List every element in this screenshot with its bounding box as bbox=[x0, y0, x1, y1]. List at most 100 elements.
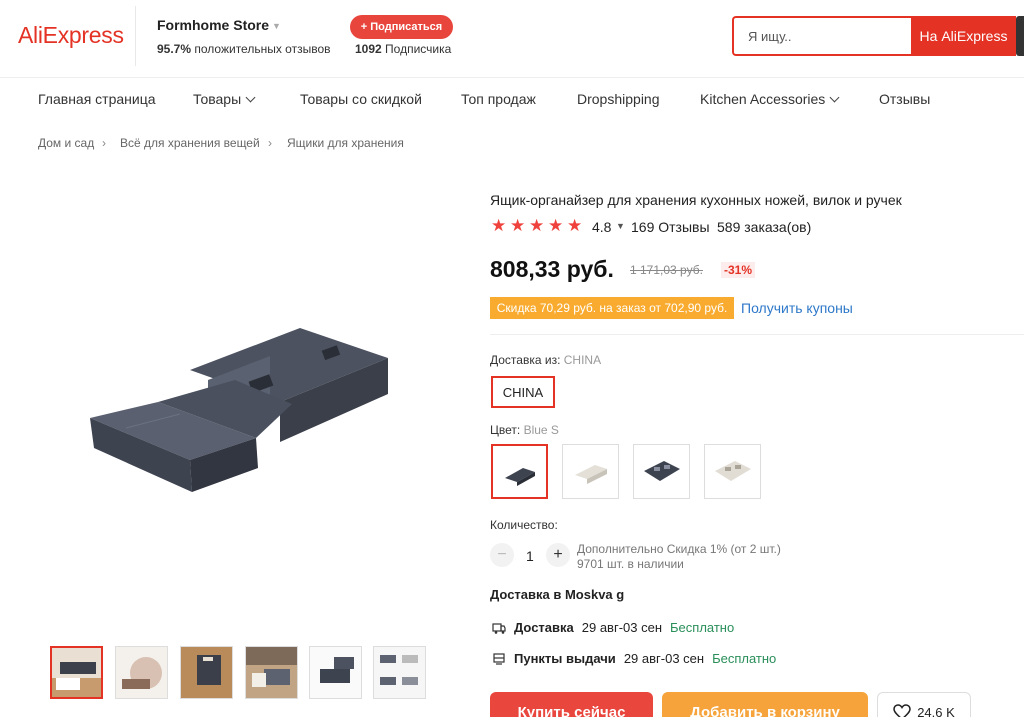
nav-item-top-sales[interactable]: Топ продаж bbox=[461, 91, 536, 107]
coupon-badge: Скидка 70,29 руб. на заказ от 702,90 руб… bbox=[490, 297, 734, 319]
star-icon: ★ bbox=[567, 216, 583, 235]
thumbnail-2[interactable] bbox=[115, 646, 168, 699]
color-label: Цвет: Blue S bbox=[490, 423, 559, 437]
nav-item-label: Товары со скидкой bbox=[300, 91, 422, 107]
old-price: 1 171,03 руб. bbox=[630, 263, 703, 277]
color-option-2[interactable] bbox=[562, 444, 619, 499]
get-coupons-link[interactable]: Получить купоны bbox=[741, 300, 853, 316]
star-icon: ★ bbox=[548, 216, 564, 235]
nav-item-label: Товары bbox=[193, 91, 242, 107]
nav-item-dropshipping[interactable]: Dropshipping bbox=[577, 91, 660, 107]
orders-count: 589 заказа(ов) bbox=[717, 219, 812, 235]
subscribers: 1092 Подписчика bbox=[355, 42, 451, 56]
pickup-price: Бесплатно bbox=[712, 651, 777, 666]
star-icon: ★ bbox=[529, 216, 545, 235]
thumbnail-6[interactable] bbox=[373, 646, 426, 699]
thumbnail-5[interactable] bbox=[309, 646, 362, 699]
nav-item-label: Топ продаж bbox=[461, 91, 536, 107]
thumbnail-image bbox=[374, 647, 425, 698]
store-name[interactable]: Formhome Store bbox=[157, 17, 269, 33]
discount-badge: -31% bbox=[721, 262, 756, 278]
nav-item-home[interactable]: Главная страница bbox=[38, 91, 156, 107]
star-icon: ★ bbox=[491, 216, 507, 235]
nav-item-reviews[interactable]: Отзывы bbox=[879, 91, 930, 107]
color-swatch-image bbox=[563, 445, 618, 498]
thumbnail-image bbox=[181, 647, 232, 698]
store-positive-reviews: 95.7% положительных отзывов bbox=[157, 42, 331, 56]
color-swatch-image bbox=[493, 446, 546, 497]
color-swatch-image bbox=[634, 445, 689, 498]
caret-down-icon[interactable]: ▼ bbox=[272, 21, 281, 31]
delivery-price: Бесплатно bbox=[670, 620, 735, 635]
thumbnail-3[interactable] bbox=[180, 646, 233, 699]
ship-from-label-text: Доставка из: bbox=[490, 353, 561, 367]
product-main-image[interactable] bbox=[30, 180, 450, 620]
thumbnail-1[interactable] bbox=[50, 646, 103, 699]
color-value: Blue S bbox=[523, 423, 559, 437]
stock-info: 9701 шт. в наличии bbox=[577, 557, 684, 571]
nav-item-label: Kitchen Accessories bbox=[700, 91, 826, 107]
pickup-label: Пункты выдачи bbox=[514, 651, 616, 666]
breadcrumb-item[interactable]: Ящики для хранения bbox=[287, 136, 404, 150]
thumbnail-image bbox=[246, 647, 297, 698]
current-price: 808,33 руб. bbox=[490, 256, 614, 282]
store-rating-pct: 95.7% bbox=[157, 42, 192, 56]
chevron-right-icon: › bbox=[102, 136, 106, 150]
aliexpress-logo[interactable]: AliExpress bbox=[18, 22, 124, 49]
star-icon: ★ bbox=[510, 216, 526, 235]
color-option-3[interactable] bbox=[633, 444, 690, 499]
rating-value[interactable]: 4.8 bbox=[592, 219, 611, 235]
subscribe-button[interactable]: + Подписаться bbox=[350, 15, 453, 39]
chevron-down-icon bbox=[245, 92, 256, 103]
color-label-text: Цвет: bbox=[490, 423, 521, 437]
header: AliExpress Formhome Store ▼ 95.7% положи… bbox=[0, 0, 1024, 78]
nav-item-discounted[interactable]: Товары со скидкой bbox=[300, 91, 422, 107]
thumbnail-image bbox=[116, 647, 167, 698]
heart-icon bbox=[893, 704, 911, 717]
chevron-down-icon[interactable]: ▼ bbox=[616, 221, 625, 231]
buy-now-button[interactable]: Купить сейчас bbox=[490, 692, 653, 717]
divider bbox=[490, 334, 1024, 335]
breadcrumb-item[interactable]: Всё для хранения вещей bbox=[120, 136, 260, 150]
nav-item-label: Главная страница bbox=[38, 91, 156, 107]
ship-from-option-china[interactable]: CHINA bbox=[491, 376, 555, 408]
bulk-discount-info: Дополнительно Скидка 1% (от 2 шт.) bbox=[577, 542, 781, 556]
nav-item-label: Dropshipping bbox=[577, 91, 660, 107]
wishlist-count: 24.6 K bbox=[917, 704, 955, 717]
reviews-count[interactable]: 169 Отзывы bbox=[631, 219, 710, 235]
quantity-value[interactable]: 1 bbox=[526, 548, 534, 564]
quantity-increase-button[interactable]: + bbox=[546, 543, 570, 567]
store-nav: Главная страница Товары Товары со скидко… bbox=[0, 86, 1024, 114]
add-to-cart-button[interactable]: Добавить в корзину bbox=[662, 692, 868, 717]
color-swatch-image bbox=[705, 445, 760, 498]
store-rating-text: положительных отзывов bbox=[194, 42, 331, 56]
ship-from-label: Доставка из: CHINA bbox=[490, 353, 601, 367]
breadcrumb-item[interactable]: Дом и сад bbox=[38, 136, 94, 150]
thumbnail-image bbox=[52, 648, 101, 697]
product-title: Ящик-органайзер для хранения кухонных но… bbox=[490, 192, 902, 208]
color-option-blue-s[interactable] bbox=[491, 444, 548, 499]
drawer-organizer-image bbox=[90, 328, 388, 492]
thumbnail-image bbox=[310, 647, 361, 698]
pickup-point-icon bbox=[493, 652, 505, 665]
chevron-right-icon: › bbox=[268, 136, 272, 150]
search-button[interactable]: На AliExpress bbox=[911, 16, 1016, 56]
truck-icon bbox=[492, 622, 506, 634]
search-input[interactable] bbox=[732, 16, 912, 56]
nav-item-label: Отзывы bbox=[879, 91, 931, 107]
wishlist-button[interactable]: 24.6 K bbox=[877, 692, 971, 717]
quantity-decrease-button[interactable]: − bbox=[490, 543, 514, 567]
search-camera-button[interactable] bbox=[1016, 16, 1024, 56]
pickup-row: Пункты выдачи 29 авг-03 сен Бесплатно bbox=[492, 651, 776, 666]
delivery-dates: 29 авг-03 сен bbox=[581, 620, 663, 635]
subscribers-text: Подписчика bbox=[385, 42, 452, 56]
subscribers-count: 1092 bbox=[355, 42, 382, 56]
color-option-4[interactable] bbox=[704, 444, 761, 499]
nav-item-kitchen-accessories[interactable]: Kitchen Accessories bbox=[700, 91, 840, 107]
thumbnail-4[interactable] bbox=[245, 646, 298, 699]
quantity-label: Количество: bbox=[490, 518, 558, 532]
ship-from-value: CHINA bbox=[563, 353, 602, 367]
chevron-down-icon bbox=[829, 92, 840, 103]
delivery-row: Доставка 29 авг-03 сен Бесплатно bbox=[492, 620, 734, 635]
nav-item-products[interactable]: Товары bbox=[193, 91, 256, 107]
